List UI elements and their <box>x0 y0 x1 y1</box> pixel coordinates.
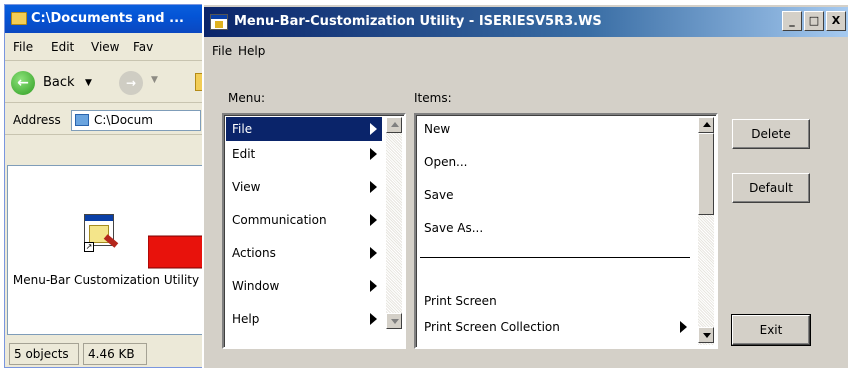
submenu-arrow-icon <box>370 280 377 292</box>
item-save[interactable]: Save <box>418 183 694 207</box>
menu-item-actions[interactable]: Actions <box>226 241 382 265</box>
scroll-up-button[interactable] <box>698 117 714 133</box>
menu-item-label: View <box>232 180 261 194</box>
customization-utility-icon[interactable]: ↗ <box>84 214 119 254</box>
scroll-down-button[interactable] <box>698 327 714 343</box>
explorer-menu-file[interactable]: File <box>13 40 33 54</box>
item-open[interactable]: Open... <box>418 150 694 174</box>
menu-item-window[interactable]: Window <box>226 274 382 298</box>
explorer-menu-favorites[interactable]: Fav <box>133 40 153 54</box>
item-save-as[interactable]: Save As... <box>418 216 694 240</box>
menu-item-view[interactable]: View <box>226 175 382 199</box>
items-list-scrollbar[interactable] <box>698 117 714 345</box>
utility-menu-help[interactable]: Help <box>238 44 265 58</box>
menu-list-label: Menu: <box>228 91 265 105</box>
scroll-up-icon <box>391 122 399 127</box>
menu-list-scrollbar[interactable] <box>386 117 402 329</box>
items-list-label: Items: <box>414 91 452 105</box>
explorer-title: C:\Documents and ... <box>31 11 184 26</box>
address-value: C:\Docum <box>94 113 153 127</box>
close-button[interactable]: X <box>826 11 846 31</box>
utility-title: Menu-Bar-Customization Utility - ISERIES… <box>234 14 602 29</box>
menu-item-label: Communication <box>232 213 327 227</box>
utility-title-bar[interactable]: Menu-Bar-Customization Utility - ISERIES… <box>204 7 848 37</box>
status-size: 4.46 KB <box>83 343 147 365</box>
item-label: Save As... <box>424 221 484 235</box>
submenu-arrow-icon <box>680 321 687 333</box>
menu-item-label: Help <box>232 312 260 326</box>
menu-item-label: Actions <box>232 246 276 260</box>
back-label: Back <box>43 75 75 90</box>
utility-window: Menu-Bar-Customization Utility - ISERIES… <box>202 4 848 368</box>
menu-item-edit[interactable]: Edit <box>226 142 382 166</box>
menu-item-label: Edit <box>232 147 256 161</box>
menu-item-communication[interactable]: Communication <box>226 208 382 232</box>
status-object-count: 5 objects <box>9 343 79 365</box>
item-print-screen[interactable]: Print Screen <box>418 289 694 313</box>
utility-menu-bar: File Help <box>204 39 848 63</box>
explorer-menu-edit[interactable]: Edit <box>51 40 74 54</box>
address-label: Address <box>13 113 61 127</box>
back-dropdown-icon[interactable]: ▼ <box>85 69 92 97</box>
menu-item-label: Window <box>232 279 280 293</box>
menu-item-help[interactable]: Help <box>226 307 382 331</box>
forward-dropdown-icon[interactable]: ▼ <box>151 75 158 85</box>
item-separator <box>420 257 690 258</box>
forward-arrow-icon[interactable]: → <box>119 71 143 95</box>
submenu-arrow-icon <box>370 181 377 193</box>
menu-listbox[interactable]: File Edit View Communication Actions Win… <box>222 113 406 349</box>
maximize-button[interactable]: □ <box>804 11 824 31</box>
item-print-screen-collection[interactable]: Print Screen Collection <box>418 315 694 339</box>
scroll-down-button[interactable] <box>386 313 402 329</box>
shortcut-arrow-icon: ↗ <box>84 242 94 252</box>
minimize-button[interactable]: _ <box>782 11 802 31</box>
back-button[interactable]: ← Back ▼ <box>11 69 101 97</box>
back-arrow-icon: ← <box>11 71 35 95</box>
submenu-arrow-icon <box>370 214 377 226</box>
scroll-up-icon <box>703 122 711 127</box>
menu-item-label: File <box>232 122 253 136</box>
submenu-arrow-icon <box>370 123 377 135</box>
menu-item-file[interactable]: File <box>226 117 382 141</box>
default-button[interactable]: Default <box>732 173 810 203</box>
submenu-arrow-icon <box>370 313 377 325</box>
item-label: Save <box>424 188 454 202</box>
item-label: Print Screen Collection <box>424 320 560 334</box>
scroll-thumb[interactable] <box>698 133 714 215</box>
submenu-arrow-icon <box>370 148 377 160</box>
delete-button[interactable]: Delete <box>732 119 810 149</box>
scroll-down-icon <box>703 333 711 338</box>
item-label: New <box>424 122 451 136</box>
scroll-down-icon <box>391 319 399 324</box>
exit-button[interactable]: Exit <box>731 314 811 346</box>
submenu-arrow-icon <box>370 247 377 259</box>
explorer-menu-view[interactable]: View <box>91 40 119 54</box>
items-listbox[interactable]: New Open... Save Save As... Print Screen… <box>414 113 718 349</box>
item-label: Print Screen <box>424 294 497 308</box>
folder-icon <box>11 12 27 25</box>
scroll-up-button[interactable] <box>386 117 402 133</box>
app-window-icon <box>210 14 228 30</box>
address-input[interactable]: C:\Docum ▼ <box>71 110 201 131</box>
utility-menu-file[interactable]: File <box>212 44 232 58</box>
folder-small-icon <box>75 114 89 126</box>
item-new[interactable]: New <box>418 117 694 141</box>
item-label: Open... <box>424 155 468 169</box>
